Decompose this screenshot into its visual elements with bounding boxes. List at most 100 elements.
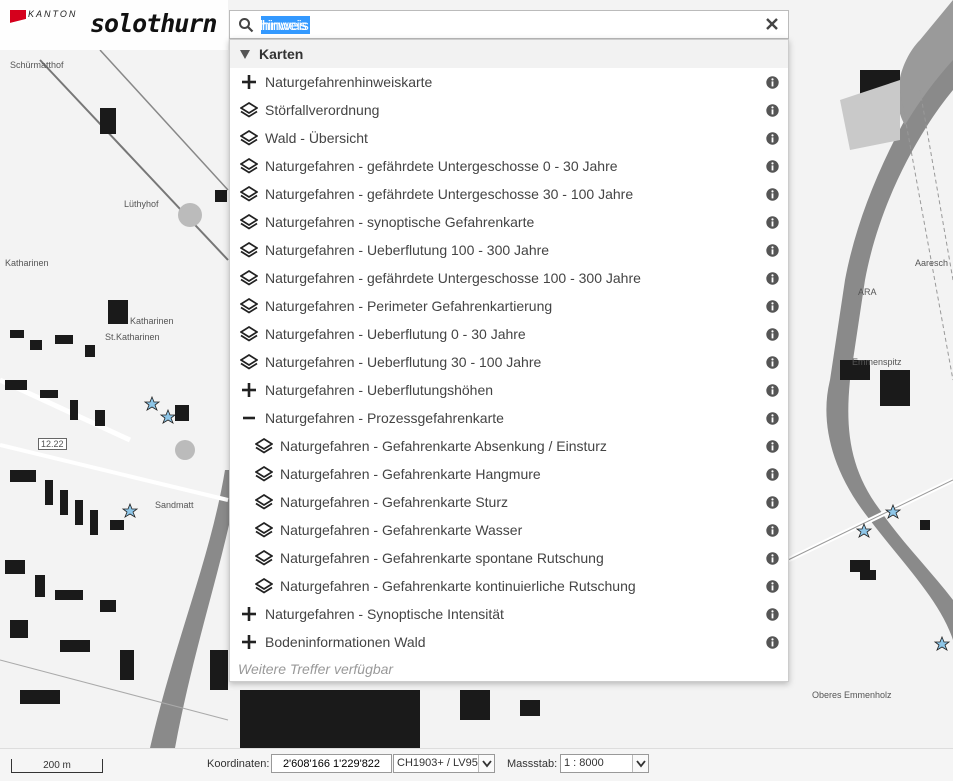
plus-icon[interactable] <box>240 633 258 651</box>
crs-select-value: CH1903+ / LV95 <box>397 757 478 769</box>
map-label-katharinen: Katharinen <box>5 258 49 268</box>
layers-icon[interactable] <box>254 493 274 511</box>
result-item-label: Wald - Übersicht <box>265 130 368 146</box>
info-icon[interactable] <box>766 131 779 145</box>
layers-icon[interactable] <box>239 101 259 119</box>
map-label-ara: ARA <box>858 287 877 297</box>
search-box: hinweis <box>229 10 789 39</box>
result-item[interactable]: Naturgefahren - Prozessgefahrenkarte <box>230 404 788 432</box>
scale-select-value: 1 : 8000 <box>564 757 604 769</box>
info-icon[interactable] <box>766 299 779 313</box>
info-icon[interactable] <box>766 383 779 397</box>
map-label-luethyhof: Lüthyhof <box>124 199 159 209</box>
info-icon[interactable] <box>766 523 779 537</box>
result-item[interactable]: Naturgefahrenhinweiskarte <box>230 68 788 96</box>
result-item-label: Naturgefahren - Gefahrenkarte Hangmure <box>280 466 541 482</box>
kanton-solothurn-logo[interactable]: KANTON solothurn <box>0 0 228 50</box>
info-icon[interactable] <box>766 355 779 369</box>
result-item-label: Naturgefahrenhinweiskarte <box>265 74 433 90</box>
result-item-label: Naturgefahren - Synoptische Intensität <box>265 606 504 622</box>
result-item-label: Naturgefahren - synoptische Gefahrenkart… <box>265 214 535 230</box>
result-item[interactable]: Naturgefahren - gefährdete Untergeschoss… <box>230 264 788 292</box>
coordinates-input[interactable] <box>271 754 392 773</box>
map-label-sandmatt: Sandmatt <box>155 500 194 510</box>
result-item-label: Naturgefahren - Perimeter Gefahrenkartie… <box>265 298 553 314</box>
layers-icon[interactable] <box>239 297 259 315</box>
layers-icon[interactable] <box>254 577 274 595</box>
logo-name-text: solothurn <box>90 9 217 38</box>
minus-icon[interactable] <box>240 409 258 427</box>
result-item-label: Naturgefahren - gefährdete Untergeschoss… <box>265 186 634 202</box>
result-item[interactable]: Naturgefahren - Ueberflutungshöhen <box>230 376 788 404</box>
section-header-karten[interactable]: Karten <box>230 40 788 68</box>
map-label-aareschachen: Aaresch <box>915 258 949 268</box>
info-icon[interactable] <box>766 187 779 201</box>
info-icon[interactable] <box>766 327 779 341</box>
layers-icon[interactable] <box>254 437 274 455</box>
logo-kanton-text: KANTON <box>28 9 78 19</box>
info-icon[interactable] <box>766 75 779 89</box>
map-label-oberes-emmenholz: Oberes Emmenholz <box>812 690 892 700</box>
plus-icon[interactable] <box>240 605 258 623</box>
result-item[interactable]: Naturgefahren - Ueberflutung 0 - 30 Jahr… <box>230 320 788 348</box>
result-item[interactable]: Naturgefahren - gefährdete Untergeschoss… <box>230 152 788 180</box>
layers-icon[interactable] <box>239 241 259 259</box>
result-item[interactable]: Naturgefahren - Gefahrenkarte Hangmure <box>230 460 788 488</box>
result-item-label: Naturgefahren - Gefahrenkarte Sturz <box>280 494 509 510</box>
result-item[interactable]: Naturgefahren - Gefahrenkarte Wasser <box>230 516 788 544</box>
result-item-label: Naturgefahren - Prozessgefahrenkarte <box>265 410 504 426</box>
info-icon[interactable] <box>766 411 779 425</box>
result-item[interactable]: Naturgefahren - synoptische Gefahrenkart… <box>230 208 788 236</box>
result-item-label: Bodeninformationen Wald <box>265 634 426 650</box>
search-input[interactable] <box>260 14 740 36</box>
info-icon[interactable] <box>766 439 779 453</box>
crs-select[interactable]: CH1903+ / LV95 <box>393 754 495 773</box>
info-icon[interactable] <box>766 607 779 621</box>
info-icon[interactable] <box>766 243 779 257</box>
info-icon[interactable] <box>766 159 779 173</box>
result-item-label: Naturgefahren - Ueberflutung 30 - 100 Ja… <box>265 354 542 370</box>
result-item[interactable]: Naturgefahren - Gefahrenkarte Sturz <box>230 488 788 516</box>
result-item[interactable]: Naturgefahren - gefährdete Untergeschoss… <box>230 180 788 208</box>
result-item[interactable]: Naturgefahren - Ueberflutung 100 - 300 J… <box>230 236 788 264</box>
close-icon[interactable] <box>764 16 780 32</box>
coordinates-label: Koordinaten: <box>207 758 270 770</box>
info-icon[interactable] <box>766 103 779 117</box>
result-item[interactable]: Naturgefahren - Perimeter Gefahrenkartie… <box>230 292 788 320</box>
info-icon[interactable] <box>766 271 779 285</box>
search-icon <box>239 18 254 33</box>
map-label-emmenspitz: Emmenspitz <box>852 357 902 367</box>
result-item[interactable]: Naturgefahren - Gefahrenkarte spontane R… <box>230 544 788 572</box>
info-icon[interactable] <box>766 635 779 649</box>
layers-icon[interactable] <box>239 213 259 231</box>
result-item[interactable]: Naturgefahren - Synoptische Intensität <box>230 600 788 628</box>
result-item[interactable]: Bodeninformationen Wald <box>230 628 788 656</box>
info-icon[interactable] <box>766 215 779 229</box>
layers-icon[interactable] <box>254 549 274 567</box>
result-item-label: Naturgefahren - Ueberflutung 100 - 300 J… <box>265 242 550 258</box>
layers-icon[interactable] <box>239 269 259 287</box>
layers-icon[interactable] <box>239 325 259 343</box>
result-list: Naturgefahrenhinweiskarte Störfallverordn… <box>230 68 788 656</box>
map-label-road: 12.22 <box>38 438 67 450</box>
info-icon[interactable] <box>766 495 779 509</box>
layers-icon[interactable] <box>254 521 274 539</box>
layers-icon[interactable] <box>239 129 259 147</box>
layers-icon[interactable] <box>239 185 259 203</box>
info-icon[interactable] <box>766 551 779 565</box>
result-item-label: Naturgefahren - gefährdete Untergeschoss… <box>265 158 618 174</box>
info-icon[interactable] <box>766 467 779 481</box>
result-item[interactable]: Naturgefahren - Ueberflutung 30 - 100 Ja… <box>230 348 788 376</box>
result-item[interactable]: Störfallverordnung <box>230 96 788 124</box>
layers-icon[interactable] <box>254 465 274 483</box>
layers-icon[interactable] <box>239 157 259 175</box>
info-icon[interactable] <box>766 579 779 593</box>
result-item[interactable]: Wald - Übersicht <box>230 124 788 152</box>
result-item[interactable]: Naturgefahren - Gefahrenkarte kontinuier… <box>230 572 788 600</box>
search-results-dropdown: Karten Naturgefahrenhinweiskarte Störfall… <box>229 39 789 682</box>
scale-select[interactable]: 1 : 8000 <box>560 754 649 773</box>
layers-icon[interactable] <box>239 353 259 371</box>
plus-icon[interactable] <box>240 381 258 399</box>
plus-icon[interactable] <box>240 73 258 91</box>
result-item[interactable]: Naturgefahren - Gefahrenkarte Absenkung … <box>230 432 788 460</box>
